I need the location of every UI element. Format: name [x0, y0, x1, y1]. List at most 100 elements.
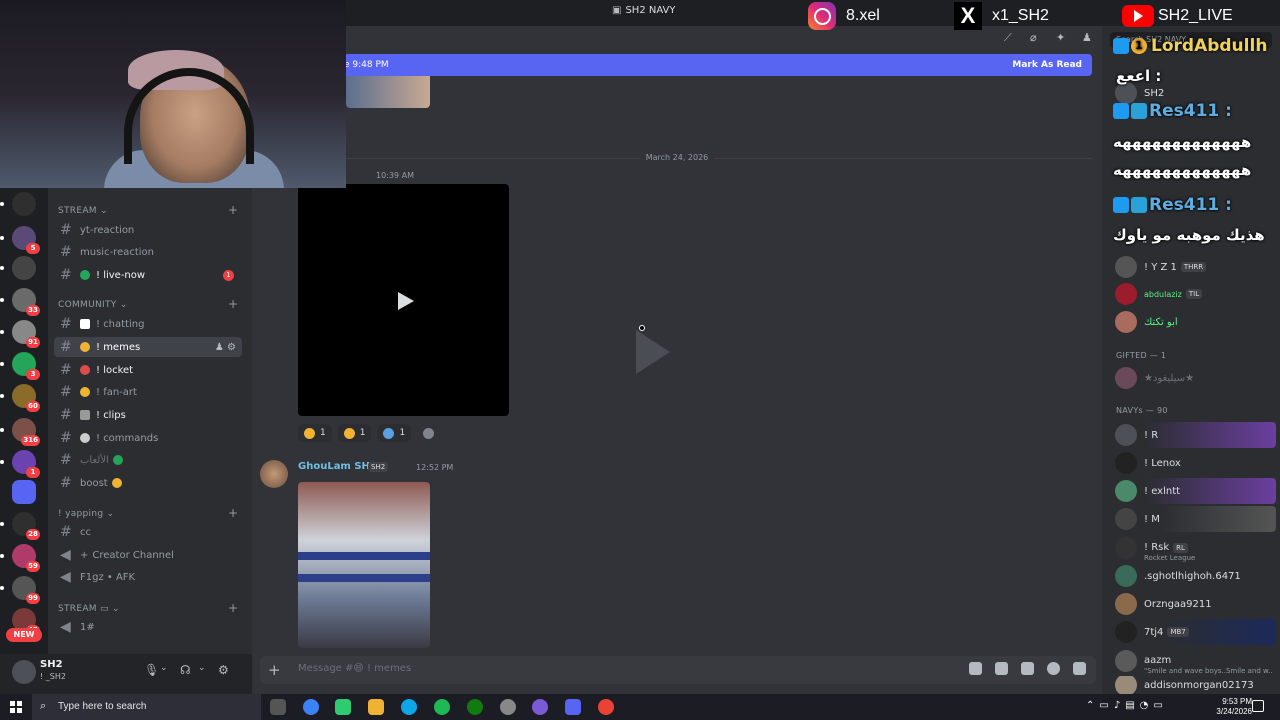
- mute-icon[interactable]: ⌀: [1030, 31, 1042, 44]
- channel-memes[interactable]: # ! memes ♟ ⚙: [54, 337, 242, 357]
- member-item[interactable]: ! Rsk RL Rocket League: [1112, 535, 1276, 562]
- reaction-splash[interactable]: 1: [377, 424, 412, 442]
- chevron-down-icon[interactable]: ⌄: [160, 663, 168, 673]
- gif-icon[interactable]: [995, 662, 1008, 675]
- category-stream[interactable]: STREAM ⌄: [58, 206, 108, 216]
- member-item[interactable]: ! Y Z 1 THRR: [1112, 254, 1276, 280]
- xbox-icon[interactable]: [467, 699, 483, 715]
- system-tray-icons[interactable]: ⌃▭♪▤◔▭: [1086, 700, 1168, 711]
- edge-icon[interactable]: [401, 699, 417, 715]
- sticker-icon[interactable]: [1021, 662, 1034, 675]
- server-icon[interactable]: 3: [12, 352, 40, 380]
- speaker-icon: ◀: [60, 619, 71, 635]
- taskbar-search-input[interactable]: ⌕ Type here to search: [32, 694, 261, 720]
- settings-gear-icon[interactable]: ⚙: [218, 663, 229, 677]
- channel-afk[interactable]: ◀ F1gz • AFK: [54, 567, 242, 587]
- gift-icon[interactable]: [969, 662, 982, 675]
- channel-chatting[interactable]: # ! chatting: [54, 314, 242, 334]
- chrome-icon[interactable]: [598, 699, 614, 715]
- server-icon[interactable]: 316: [12, 418, 40, 446]
- channel-music-reaction[interactable]: # music-reaction: [54, 242, 242, 262]
- category-yapping[interactable]: ! yapping ⌄: [58, 509, 114, 519]
- channel-1[interactable]: ◀ 1#: [54, 617, 242, 637]
- channel-commands[interactable]: # ! commands: [54, 428, 242, 448]
- member-item[interactable]: Orzngaa9211: [1112, 591, 1276, 617]
- channel-fan-art[interactable]: # ! fan-art: [54, 382, 242, 402]
- add-reaction-button[interactable]: [417, 424, 440, 442]
- hook-server-icon[interactable]: [12, 480, 36, 504]
- file-explorer-icon[interactable]: [368, 699, 384, 715]
- discord-icon[interactable]: [565, 699, 581, 715]
- gif-attachment[interactable]: [298, 482, 430, 648]
- channel-creator[interactable]: ◀ + Creator Channel: [54, 545, 242, 565]
- member-item[interactable]: abdulaziz TIL: [1112, 281, 1276, 307]
- member-item[interactable]: أبو تكتك: [1112, 309, 1276, 335]
- badge-icon: [1113, 197, 1129, 213]
- video-attachment[interactable]: [298, 184, 509, 416]
- message-composer[interactable]: + Message #😄 ! memes: [260, 656, 1096, 684]
- clock[interactable]: 9:53 PM 3/24/2026: [1216, 697, 1252, 717]
- user-avatar[interactable]: [12, 660, 36, 684]
- user-name[interactable]: SH2: [40, 659, 63, 670]
- channel-games[interactable]: # الألعاب: [54, 450, 242, 470]
- category-community[interactable]: COMMUNITY ⌄: [58, 300, 128, 310]
- windows-start-icon[interactable]: [10, 701, 22, 713]
- microphone-icon[interactable]: 🎙: [144, 663, 159, 677]
- new-unreads-pill[interactable]: NEW: [6, 628, 42, 642]
- member-item[interactable]: ! R: [1112, 422, 1276, 448]
- channel-live-now[interactable]: # ! live-now 1: [54, 265, 242, 285]
- apps-icon[interactable]: [1073, 662, 1086, 675]
- message-author-name[interactable]: GhouLam SH2: [298, 461, 377, 472]
- member-item[interactable]: aazm "Smile and wave boys..Smile and w...: [1112, 648, 1276, 675]
- message-author-avatar[interactable]: [260, 460, 288, 488]
- reaction-face[interactable]: 1: [337, 424, 372, 442]
- member-item[interactable]: ! Lenox: [1112, 450, 1276, 476]
- member-item[interactable]: addisonmorgan02173: [1112, 676, 1276, 694]
- server-icon[interactable]: 33: [12, 288, 40, 316]
- emoji-icon[interactable]: [1047, 662, 1060, 675]
- headphones-icon[interactable]: ☊: [180, 663, 191, 677]
- category-stream-2[interactable]: STREAM ▭ ⌄: [58, 604, 120, 614]
- member-item[interactable]: ! M: [1112, 506, 1276, 532]
- server-icon[interactable]: 91: [12, 320, 40, 348]
- create-channel-icon[interactable]: +: [228, 506, 238, 520]
- spotify-icon[interactable]: [434, 699, 450, 715]
- member-item[interactable]: .sghotlhighoh.6471: [1112, 563, 1276, 589]
- server-icon[interactable]: 99: [12, 576, 40, 604]
- play-icon[interactable]: [398, 292, 414, 310]
- member-item[interactable]: ! exlntt: [1112, 478, 1276, 504]
- attach-plus-icon[interactable]: +: [268, 661, 281, 679]
- member-item[interactable]: ★سيليغود★: [1112, 365, 1276, 391]
- member-item[interactable]: 7tj4 MB7: [1112, 619, 1276, 645]
- app-icon[interactable]: [532, 699, 548, 715]
- app-icon[interactable]: [500, 699, 516, 715]
- channel-yt-reaction[interactable]: # yt-reaction: [54, 220, 242, 240]
- reaction-crown[interactable]: 1: [298, 424, 332, 442]
- chevron-down-icon[interactable]: ⌄: [198, 663, 206, 673]
- server-icon[interactable]: 59: [12, 544, 40, 572]
- copilot-icon[interactable]: [303, 699, 319, 715]
- server-icon[interactable]: [12, 256, 36, 280]
- pin-icon[interactable]: ✦: [1056, 31, 1068, 44]
- member-list-icon[interactable]: ♟: [1082, 31, 1094, 44]
- new-messages-bar[interactable]: e 9:48 PM Mark As Read: [340, 54, 1092, 76]
- channel-cc[interactable]: # cc: [54, 522, 242, 542]
- previous-image-attachment[interactable]: [346, 76, 430, 108]
- channel-locket[interactable]: # ! locket: [54, 360, 242, 380]
- server-icon[interactable]: 1: [12, 450, 40, 478]
- task-view-icon[interactable]: [270, 699, 286, 715]
- channel-boost[interactable]: # boost: [54, 473, 242, 493]
- server-icon[interactable]: 28: [12, 512, 40, 540]
- channel-clips[interactable]: # ! clips: [54, 405, 242, 425]
- server-icon[interactable]: 60: [12, 384, 40, 412]
- create-channel-icon[interactable]: +: [228, 601, 238, 615]
- threads-icon[interactable]: ⟋: [1004, 31, 1016, 44]
- mark-as-read-button[interactable]: Mark As Read: [1012, 60, 1082, 70]
- create-channel-icon[interactable]: +: [228, 297, 238, 311]
- play-store-icon[interactable]: [335, 699, 351, 715]
- server-icon[interactable]: [12, 192, 36, 216]
- create-channel-icon[interactable]: +: [228, 203, 238, 217]
- server-icon[interactable]: 5: [12, 226, 40, 254]
- channel-settings-icon[interactable]: ♟ ⚙: [215, 342, 236, 353]
- notifications-icon[interactable]: [1252, 700, 1264, 712]
